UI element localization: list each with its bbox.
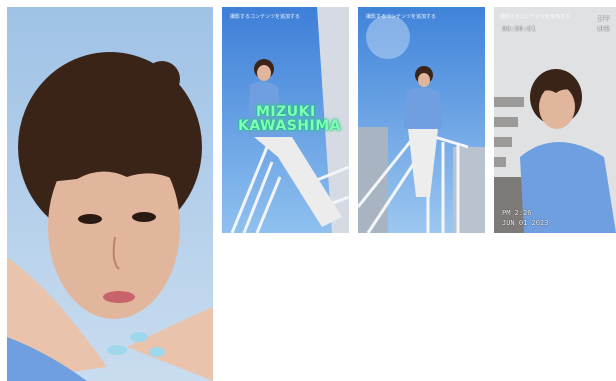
photo-stairs-title[interactable]: 撮影するコンテンツを追加する MIZUKI KAWASHIMA [222, 7, 349, 233]
stairs-pose-image [358, 7, 485, 233]
photo-closeup[interactable] [7, 7, 213, 381]
overlay-caption: 撮影するコンテンツを追加する [230, 14, 301, 20]
vhs-portrait-image [494, 7, 616, 233]
vhs-date: JUN 01 2023 [502, 219, 549, 227]
title-line-1: MIZUKI [256, 104, 316, 120]
overlay-caption: 撮影するコンテンツを追加する [500, 14, 571, 20]
overlay-caption: 撮影するコンテンツを追加する [366, 14, 437, 20]
title-line-2: KAWASHIMA [238, 118, 341, 134]
closeup-portrait-image [7, 7, 213, 381]
photo-vhs[interactable]: 撮影するコンテンツを追加する 00:00:01 IFF UHS PM 2:26 … [494, 7, 616, 233]
vhs-format: UHS [597, 25, 610, 33]
photo-stairs-pose[interactable]: 撮影するコンテンツを追加する [358, 7, 485, 233]
vhs-timecode: 00:00:01 [502, 25, 536, 33]
vhs-mode: IFF [597, 15, 610, 23]
vhs-time: PM 2:26 [502, 209, 532, 217]
